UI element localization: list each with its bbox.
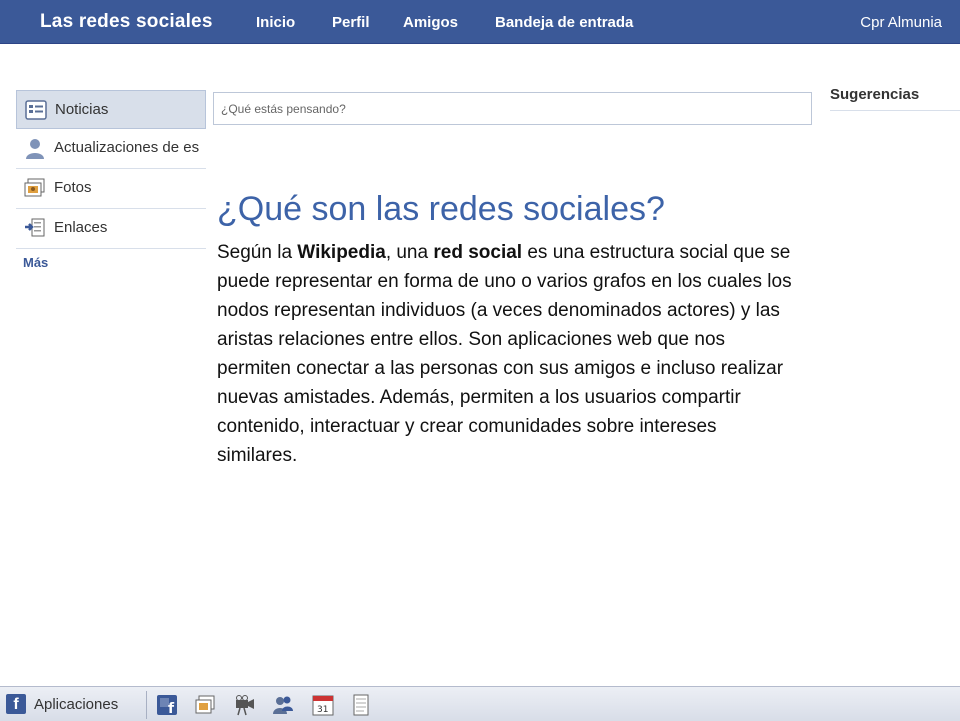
- article-text: es una estructura social que se puede re…: [217, 242, 792, 466]
- sidebar-item-fotos[interactable]: Fotos: [16, 169, 206, 209]
- nav-amigos[interactable]: Amigos: [403, 14, 458, 31]
- calendar-day: 31: [317, 705, 328, 715]
- sidebar-item-label: Noticias: [55, 101, 109, 118]
- news-feed-icon: [25, 100, 47, 120]
- calendar-icon[interactable]: 31: [312, 694, 334, 716]
- friends-icon[interactable]: [272, 694, 294, 716]
- bottom-bar: f Aplicaciones f 31: [0, 686, 960, 721]
- notes-icon[interactable]: [350, 694, 372, 716]
- article-body: Según la Wikipedia, una red social es un…: [217, 238, 797, 470]
- sidebar-item-noticias[interactable]: Noticias: [16, 90, 206, 129]
- facebook-logo-icon: f: [6, 694, 26, 714]
- person-icon: [24, 138, 46, 159]
- links-icon: [24, 218, 46, 238]
- suggestions-divider: [830, 110, 960, 111]
- sidebar-more-link[interactable]: Más: [16, 255, 206, 270]
- sidebar-item-label: Enlaces: [54, 219, 108, 236]
- article: ¿Qué son las redes sociales? Según la Wi…: [217, 188, 797, 470]
- video-icon[interactable]: [234, 694, 256, 716]
- nav-perfil[interactable]: Perfil: [332, 14, 370, 31]
- groups-icon[interactable]: [194, 694, 216, 716]
- article-text: , una: [385, 242, 434, 263]
- brand-logo[interactable]: Las redes sociales: [40, 11, 213, 33]
- sidebar-item-label: Actualizaciones de es: [54, 139, 200, 156]
- nav-bandeja-de-entrada[interactable]: Bandeja de entrada: [495, 14, 633, 31]
- facebook-icon[interactable]: f: [156, 694, 178, 717]
- article-title: ¿Qué son las redes sociales?: [217, 190, 665, 228]
- top-bar: Las redes sociales Inicio Perfil Amigos …: [0, 0, 960, 44]
- suggestions-heading: Sugerencias: [830, 86, 920, 103]
- left-sidebar: Noticias Actualizaciones de es Fotos Enl…: [16, 90, 206, 270]
- article-bold-wikipedia: Wikipedia: [297, 242, 386, 263]
- article-text: Según la: [217, 242, 298, 263]
- sidebar-item-label: Fotos: [54, 179, 92, 196]
- sidebar-item-enlaces[interactable]: Enlaces: [16, 209, 206, 249]
- bottom-divider: [146, 691, 147, 719]
- photos-icon: [24, 178, 46, 198]
- status-input[interactable]: [213, 92, 812, 125]
- user-name[interactable]: Cpr Almunia: [860, 14, 942, 31]
- sidebar-item-actualizaciones[interactable]: Actualizaciones de es: [16, 129, 206, 169]
- applications-label: Aplicaciones: [34, 696, 119, 713]
- article-bold-red-social: red social: [433, 242, 523, 263]
- svg-text:f: f: [168, 701, 175, 716]
- nav-inicio[interactable]: Inicio: [256, 14, 295, 31]
